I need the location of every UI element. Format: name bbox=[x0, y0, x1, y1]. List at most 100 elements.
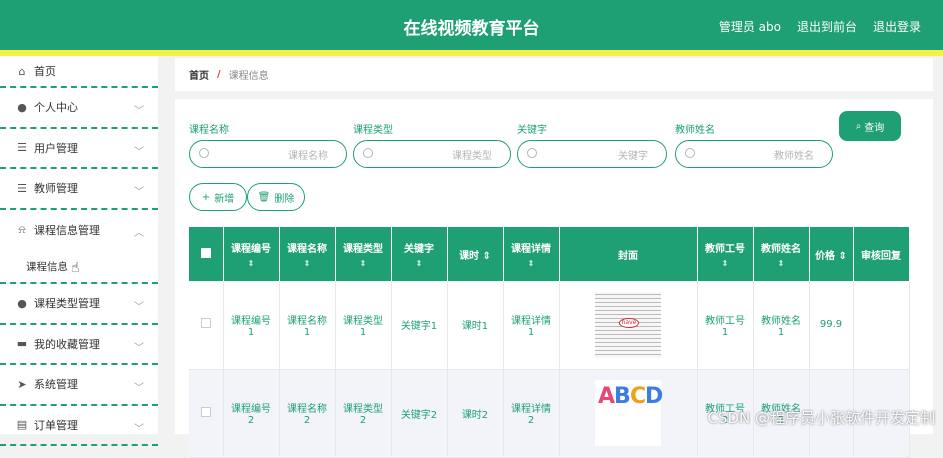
cell-teacher-no: 教师工号1 bbox=[697, 281, 753, 369]
th-course-code[interactable]: 课程编号⇕ bbox=[223, 227, 279, 281]
header-label: 课程类型 bbox=[343, 244, 383, 255]
add-button-label: 新增 bbox=[214, 190, 234, 205]
hand-cursor-icon: ☝ bbox=[71, 260, 80, 276]
sidebar-item-course-info[interactable]: ⍾ 课程信息管理 ︿ bbox=[0, 210, 158, 251]
sort-icon: ⇕ bbox=[754, 259, 809, 268]
query-button[interactable]: ⌕ 查询 bbox=[839, 111, 901, 141]
doc-icon: ▤ bbox=[16, 419, 28, 431]
logout-link[interactable]: 退出登录 bbox=[873, 18, 921, 35]
cell-course-type: 课程类型1 bbox=[335, 281, 391, 369]
breadcrumb-home[interactable]: 首页 bbox=[189, 67, 209, 82]
sidebar-item-label: 首页 bbox=[34, 63, 56, 79]
teacher-name-input[interactable]: 教师姓名 bbox=[675, 140, 833, 168]
cell-text: 2 bbox=[304, 415, 310, 426]
header-links: 管理员 abo 退出到前台 退出登录 bbox=[719, 18, 921, 35]
cell-text: 1 bbox=[778, 327, 784, 338]
cell-text: 1 bbox=[360, 327, 366, 338]
sidebar-subitem-label: 课程信息 bbox=[26, 259, 68, 274]
exit-front-link[interactable]: 退出到前台 bbox=[797, 18, 857, 35]
cell-text: 2 bbox=[248, 415, 254, 426]
delete-button[interactable]: 🗑 删除 bbox=[247, 183, 305, 211]
th-keyword[interactable]: 关键字⇕ bbox=[391, 227, 447, 281]
bell-off-icon: ⍾ bbox=[16, 224, 28, 236]
th-cover: 封面 bbox=[559, 227, 697, 281]
th-detail[interactable]: 课程详情⇕ bbox=[503, 227, 559, 281]
cell-course-code: 课程编号1 bbox=[223, 281, 279, 369]
letter-a: A bbox=[598, 384, 615, 409]
course-type-placeholder: 课程类型 bbox=[452, 147, 492, 162]
th-course-type[interactable]: 课程类型⇕ bbox=[335, 227, 391, 281]
chevron-down-icon: ﹀ bbox=[134, 143, 144, 158]
th-price[interactable]: 价格 ⇕ bbox=[809, 227, 853, 281]
cell-text: 教师姓名 bbox=[761, 316, 801, 327]
cover-image[interactable]: have bbox=[595, 292, 661, 358]
th-hours[interactable]: 课时 ⇕ bbox=[447, 227, 503, 281]
th-course-name[interactable]: 课程名称⇕ bbox=[279, 227, 335, 281]
sidebar-item-home[interactable]: ⌂ 首页 bbox=[0, 56, 158, 88]
keyword-input[interactable]: 关键字 bbox=[517, 140, 667, 168]
search-label-course-name: 课程名称 bbox=[189, 121, 229, 136]
send-icon: ➤ bbox=[16, 378, 28, 390]
header-label: 课时 bbox=[459, 251, 479, 262]
chevron-down-icon: ﹀ bbox=[134, 298, 144, 313]
teacher-name-placeholder: 教师姓名 bbox=[774, 147, 814, 162]
row-checkbox[interactable] bbox=[201, 318, 211, 328]
cell-text: 1 bbox=[248, 327, 254, 338]
course-type-input[interactable]: 课程类型 bbox=[353, 140, 511, 168]
trash-icon: 🗑 bbox=[258, 192, 271, 203]
letter-d: D bbox=[645, 384, 663, 409]
row-select-cell bbox=[189, 281, 223, 369]
search-icon bbox=[685, 148, 695, 158]
course-name-input[interactable]: 课程名称 bbox=[189, 140, 347, 168]
sidebar-item-orders[interactable]: ▤ 订单管理 ﹀ bbox=[0, 406, 158, 447]
header-label: 封面 bbox=[618, 251, 638, 262]
sidebar: ⌂ 首页 ● 个人中心 ﹀ ☰ 用户管理 ﹀ ☰ 教师管理 ﹀ ⍾ 课程信息管理… bbox=[0, 56, 158, 434]
header-label: 关键字 bbox=[404, 244, 434, 255]
search-icon bbox=[527, 148, 537, 158]
cell-detail: 课程详情1 bbox=[503, 281, 559, 369]
header-label: 教师姓名 bbox=[761, 244, 801, 255]
cell-text: 1 bbox=[722, 327, 728, 338]
select-all-cell bbox=[189, 227, 223, 281]
letter-b: B bbox=[614, 384, 631, 409]
cell-keyword: 关键字1 bbox=[391, 281, 447, 369]
sort-icon: ⇕ bbox=[224, 259, 279, 268]
cover-image[interactable]: A B C D bbox=[595, 380, 661, 446]
sidebar-item-label: 我的收藏管理 bbox=[34, 336, 100, 352]
sidebar-item-course-types[interactable]: ● 课程类型管理 ﹀ bbox=[0, 284, 158, 325]
select-all-checkbox[interactable] bbox=[201, 248, 211, 258]
top-header: 在线视频教育平台 管理员 abo 退出到前台 退出登录 bbox=[0, 0, 943, 50]
cell-cover: have bbox=[559, 281, 697, 369]
sidebar-item-teachers[interactable]: ☰ 教师管理 ﹀ bbox=[0, 169, 158, 210]
cell-text: 课程名称 bbox=[287, 404, 327, 415]
chevron-down-icon: ﹀ bbox=[134, 102, 144, 117]
chevron-down-icon: ﹀ bbox=[134, 183, 144, 198]
sidebar-item-label: 教师管理 bbox=[34, 180, 78, 196]
search-icon bbox=[199, 148, 209, 158]
admin-label[interactable]: 管理员 abo bbox=[719, 18, 781, 35]
user-icon: ● bbox=[16, 101, 28, 113]
sidebar-item-label: 用户管理 bbox=[34, 140, 78, 156]
sidebar-item-users[interactable]: ☰ 用户管理 ﹀ bbox=[0, 129, 158, 170]
sidebar-subitem-course-info[interactable]: 课程信息 ☝ bbox=[0, 250, 158, 284]
row-checkbox[interactable] bbox=[201, 407, 211, 417]
th-teacher-no[interactable]: 教师工号⇕ bbox=[697, 227, 753, 281]
home-icon: ⌂ bbox=[16, 65, 28, 77]
sidebar-item-personal[interactable]: ● 个人中心 ﹀ bbox=[0, 88, 158, 129]
search-label-keyword: 关键字 bbox=[517, 121, 547, 136]
th-review-reply[interactable]: 审核回复 bbox=[853, 227, 909, 281]
cell-hours: 课时2 bbox=[447, 369, 503, 457]
search-label-teacher-name: 教师姓名 bbox=[675, 121, 715, 136]
sidebar-item-favorites[interactable]: ▬ 我的收藏管理 ﹀ bbox=[0, 325, 158, 366]
cell-hours: 课时1 bbox=[447, 281, 503, 369]
table-row: 课程编号1 课程名称1 课程类型1 关键字1 课时1 课程详情1 have 教师… bbox=[189, 281, 909, 369]
th-teacher-name[interactable]: 教师姓名 ⇕ bbox=[753, 227, 809, 281]
sidebar-item-label: 课程类型管理 bbox=[34, 295, 100, 311]
cell-text: 课程详情 bbox=[511, 316, 551, 327]
chevron-down-icon: ﹀ bbox=[134, 339, 144, 354]
cell-text: 课程名称 bbox=[287, 316, 327, 327]
cell-course-type: 课程类型2 bbox=[335, 369, 391, 457]
sort-icon: ⇕ bbox=[698, 259, 753, 268]
add-button[interactable]: + 新增 bbox=[189, 183, 247, 211]
sidebar-item-system[interactable]: ➤ 系统管理 ﹀ bbox=[0, 365, 158, 406]
